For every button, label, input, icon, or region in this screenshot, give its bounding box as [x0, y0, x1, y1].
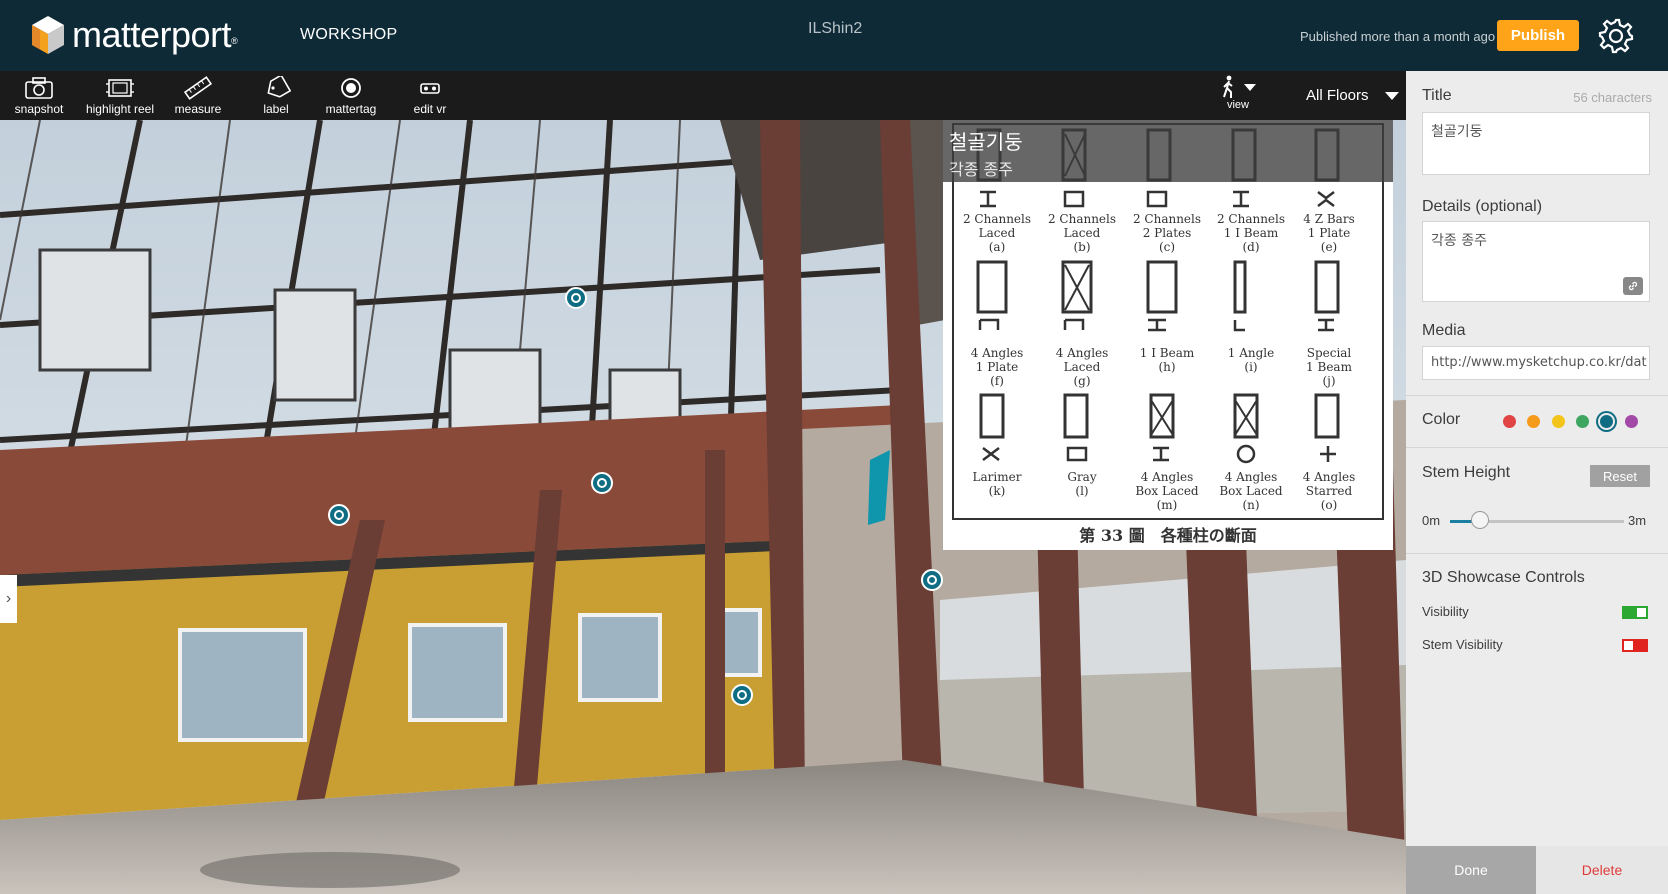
divider — [1406, 447, 1668, 448]
tool-label: mattertag — [325, 102, 377, 116]
diagram-caption: 第 33 圖 各種柱の斷面 — [1079, 526, 1257, 545]
tag-icon — [267, 76, 291, 98]
media-label: Media — [1422, 322, 1466, 339]
tool-label: label — [263, 102, 289, 116]
visibility-label: Visibility — [1422, 604, 1469, 619]
title-label: Title — [1422, 87, 1452, 104]
divider — [1406, 553, 1668, 554]
floor-selector-label: All Floors — [1306, 87, 1369, 104]
chevron-right-icon[interactable]: › — [0, 575, 17, 623]
divider — [1406, 395, 1668, 396]
mattertag-popup[interactable]: 2 Channels Laced (a) 2 Channels Laced (b) 2 … — [943, 120, 1393, 550]
tool-label: edit vr — [413, 102, 447, 116]
diagram-label: 1 Angle (i) — [1227, 346, 1275, 374]
popup-title: 철골기둥 — [949, 130, 1023, 154]
logo-wordmark: matterport — [72, 14, 232, 55]
color-swatch-green[interactable] — [1576, 415, 1589, 428]
stem-max-label: 3m — [1628, 513, 1647, 528]
color-swatch-red[interactable] — [1503, 415, 1516, 428]
publish-button[interactable]: Publish — [1497, 20, 1579, 51]
mattertag-pin[interactable] — [565, 287, 587, 309]
film-icon — [106, 79, 134, 97]
edit-vr-tool[interactable]: edit vr — [408, 76, 452, 116]
tool-bar: snapshot highlight reel measure label ma… — [0, 71, 1406, 120]
mattertag-pin[interactable] — [328, 504, 350, 526]
stem-height-label: Stem Height — [1422, 464, 1511, 481]
mattertag-pin-selected[interactable] — [921, 569, 943, 591]
product-name: WORKSHOP — [300, 26, 398, 43]
top-header: matterport ® WORKSHOP ILShin2 Published … — [0, 0, 1668, 71]
highlight-reel-tool[interactable]: highlight reel — [84, 76, 156, 116]
mattertag-editor-panel: Title 56 characters 철골기둥 Details (option… — [1406, 71, 1668, 894]
diagram-label: 4 Z Bars 1 Plate (e) — [1303, 212, 1355, 254]
tool-label: highlight reel — [85, 102, 155, 116]
diagram-label: Larimer (k) — [972, 470, 1022, 498]
tool-label: measure — [174, 102, 222, 116]
chevron-down-icon — [1384, 91, 1399, 100]
tool-label: snapshot — [14, 102, 64, 116]
stem-height-slider[interactable] — [1450, 511, 1624, 529]
publish-status: Published more than a month ago — [1300, 29, 1496, 44]
title-field[interactable]: 철골기둥 — [1422, 112, 1650, 175]
walking-person-icon — [1223, 75, 1233, 98]
mattertag-pin[interactable] — [731, 684, 753, 706]
matterport-logo[interactable]: matterport ® — [30, 14, 238, 56]
diagram-label: 2 Channels 2 Plates (c) — [1132, 212, 1202, 254]
diagram-label: 2 Channels Laced (a) — [962, 212, 1032, 254]
diagram-label: 4 Angles Laced (g) — [1055, 346, 1109, 388]
done-button[interactable]: Done — [1406, 846, 1536, 894]
mattertag-icon — [341, 78, 361, 98]
chevron-down-icon — [1244, 83, 1256, 91]
color-label: Color — [1422, 411, 1461, 428]
color-swatch-yellow[interactable] — [1552, 415, 1565, 428]
visibility-toggle[interactable] — [1622, 606, 1648, 619]
color-swatch-orange[interactable] — [1527, 415, 1540, 428]
diagram-label: 4 Angles Starred (o) — [1302, 470, 1356, 512]
gear-icon[interactable] — [1596, 16, 1636, 56]
color-swatch-teal-selected[interactable] — [1600, 415, 1613, 428]
diagram-label: 4 Angles Box Laced (n) — [1219, 470, 1283, 512]
slider-handle[interactable] — [1470, 511, 1489, 529]
color-swatch-purple[interactable] — [1625, 415, 1638, 428]
link-icon[interactable] — [1623, 277, 1643, 295]
diagram-label: 1 I Beam (h) — [1139, 346, 1195, 374]
controls-title: 3D Showcase Controls — [1422, 569, 1585, 586]
mattertag-pin[interactable] — [591, 472, 613, 494]
media-url-field[interactable]: http://www.mysketchup.co.kr/dat — [1422, 346, 1650, 380]
popup-subtitle: 각종 종주 — [949, 160, 1013, 179]
stem-visibility-label: Stem Visibility — [1422, 637, 1503, 652]
delete-button[interactable]: Delete — [1536, 846, 1668, 894]
model-name[interactable]: ILShin2 — [808, 20, 862, 38]
floor-selector[interactable]: All Floors — [1306, 87, 1399, 104]
details-text: 각종 종주 — [1431, 233, 1487, 249]
measure-tool[interactable]: measure — [174, 76, 222, 116]
popup-header: 철골기둥 각종 종주 — [943, 120, 1393, 182]
diagram-label: 4 Angles Box Laced (m) — [1135, 470, 1199, 512]
snapshot-tool[interactable]: snapshot — [14, 76, 64, 116]
vr-goggles-icon — [420, 83, 440, 94]
diagram-label: 2 Channels Laced (b) — [1047, 212, 1117, 254]
diagram-label: 2 Channels 1 I Beam (d) — [1216, 212, 1286, 254]
diagram-label: 4 Angles 1 Plate (f) — [970, 346, 1024, 388]
diagram-label: Special 1 Beam (j) — [1306, 346, 1352, 388]
mattertag-tool[interactable]: mattertag — [322, 76, 380, 116]
logo-registered-mark: ® — [231, 36, 238, 46]
matterport-cube-icon — [32, 16, 64, 54]
3d-viewport[interactable]: › 2 Channels Laced (a) 2 Channels Laced … — [0, 120, 1406, 894]
stem-min-label: 0m — [1422, 513, 1441, 528]
character-count: 56 characters — [1573, 90, 1652, 105]
details-label: Details (optional) — [1422, 198, 1543, 215]
details-field[interactable]: 각종 종주 — [1422, 221, 1650, 302]
view-mode-dropdown[interactable]: view — [1214, 75, 1262, 111]
ruler-icon — [183, 76, 213, 100]
reset-button[interactable]: Reset — [1590, 465, 1650, 487]
camera-icon — [25, 77, 53, 99]
stem-visibility-toggle[interactable] — [1622, 639, 1648, 652]
diagram-label: Gray (l) — [1067, 470, 1097, 498]
view-label: view — [1226, 99, 1249, 111]
label-tool[interactable]: label — [255, 76, 297, 116]
